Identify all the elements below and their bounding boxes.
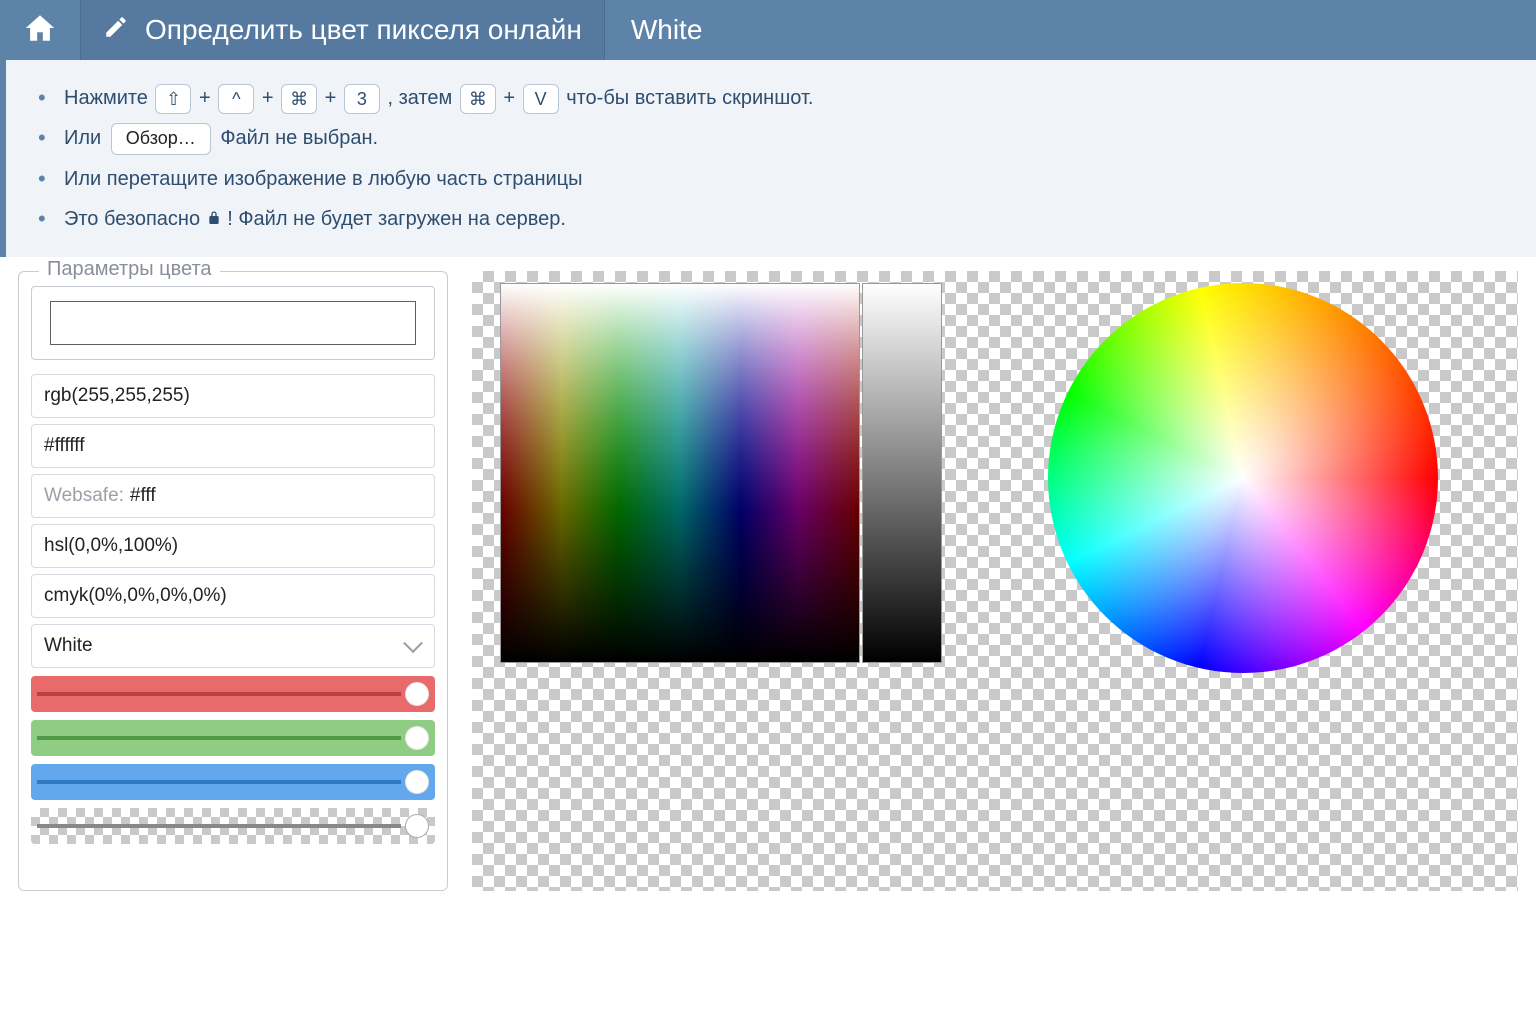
instructions-panel: Нажмите ⇧ + ^ + ⌘ + 3 , затем ⌘ + V что-…: [0, 60, 1536, 257]
slider-red[interactable]: [31, 676, 435, 712]
slider-alpha[interactable]: [31, 808, 435, 844]
websafe-label: Websafe:: [44, 485, 124, 507]
home-button[interactable]: [0, 0, 80, 60]
hue-wheel[interactable]: [1048, 283, 1438, 673]
key-shift: ⇧: [155, 84, 191, 114]
lock-icon: [206, 205, 222, 223]
current-color-name: White: [605, 0, 1536, 60]
slider-blue[interactable]: [31, 764, 435, 800]
websafe-value: #fff: [130, 485, 156, 507]
slider-green[interactable]: [31, 720, 435, 756]
pencil-icon: [103, 14, 129, 47]
browse-button[interactable]: Обзор…: [111, 123, 211, 155]
color-swatch[interactable]: [50, 301, 416, 345]
slider-thumb[interactable]: [405, 682, 429, 706]
key-3: 3: [344, 84, 380, 114]
color-canvas[interactable]: [472, 271, 1518, 891]
main-content: Параметры цвета Websafe: #fff White: [0, 257, 1536, 905]
key-cmd: ⌘: [281, 84, 317, 114]
instruction-screenshot: Нажмите ⇧ + ^ + ⌘ + 3 , затем ⌘ + V что-…: [44, 78, 1526, 118]
color-parameters-panel: Параметры цвета Websafe: #fff White: [18, 271, 448, 891]
slider-thumb[interactable]: [405, 726, 429, 750]
key-v: V: [523, 84, 559, 114]
color-name-value: White: [44, 635, 93, 657]
key-ctrl: ^: [218, 84, 254, 114]
page-title: Определить цвет пикселя онлайн: [145, 14, 582, 46]
slider-thumb[interactable]: [405, 770, 429, 794]
cmyk-field[interactable]: [31, 574, 435, 618]
hue-saturation-rect[interactable]: [500, 283, 860, 663]
file-status: Файл не выбран.: [220, 127, 378, 149]
instruction-safe: Это безопасно ! Файл не будет загружен н…: [44, 199, 1526, 239]
panel-legend: Параметры цвета: [39, 258, 220, 281]
slider-thumb[interactable]: [405, 814, 429, 838]
color-name-dropdown[interactable]: White: [31, 624, 435, 668]
websafe-field[interactable]: Websafe: #fff: [31, 474, 435, 518]
app-header: Определить цвет пикселя онлайн White: [0, 0, 1536, 60]
color-swatch-container: [31, 286, 435, 360]
lightness-bar[interactable]: [862, 283, 942, 663]
rgb-field[interactable]: [31, 374, 435, 418]
instruction-drag: Или перетащите изображение в любую часть…: [44, 159, 1526, 199]
instruction-browse: Или Обзор… Файл не выбран.: [44, 118, 1526, 159]
hsl-field[interactable]: [31, 524, 435, 568]
home-icon: [23, 11, 57, 50]
key-cmd-2: ⌘: [460, 84, 496, 114]
hex-field[interactable]: [31, 424, 435, 468]
page-title-section: Определить цвет пикселя онлайн: [80, 0, 605, 60]
